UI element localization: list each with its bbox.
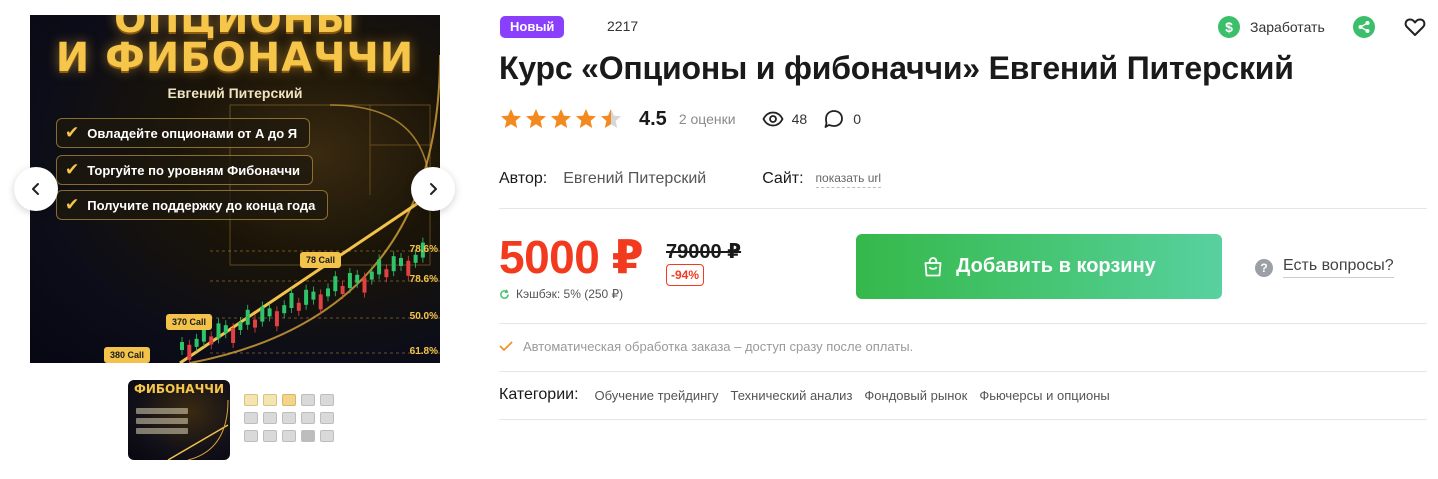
questions-link[interactable]: ? Есть вопросы?	[1255, 257, 1394, 278]
check-icon: ✔	[65, 195, 80, 214]
share-icon	[1358, 21, 1370, 33]
gallery-next-button[interactable]	[411, 167, 455, 211]
heart-icon	[1404, 18, 1426, 36]
shopping-bag-icon	[924, 256, 942, 276]
category-link[interactable]: Фьючерсы и опционы	[979, 388, 1109, 403]
categories-label: Категории:	[499, 386, 579, 403]
star-icon	[576, 109, 596, 128]
rating-count-link[interactable]: 2 оценки	[679, 111, 736, 127]
thumbnail-art	[136, 399, 229, 460]
site-label: Сайт:	[762, 170, 804, 187]
product-main-image[interactable]: ОПЦИОНЫ И ФИБОНАЧЧИ Евгений Питерский ✔ …	[30, 15, 440, 363]
thumbnail-grid-art	[244, 394, 334, 442]
author-label: Автор:	[499, 170, 548, 187]
product-sku: 2217	[607, 18, 639, 34]
star-icon	[551, 109, 571, 128]
old-price: 79000 ₽	[666, 241, 742, 263]
views-counter: 48	[762, 111, 808, 127]
check-icon	[499, 341, 513, 351]
divider	[499, 371, 1427, 372]
divider	[499, 208, 1427, 209]
fib-level-label: 61.8%	[409, 346, 438, 357]
refresh-icon	[500, 288, 509, 299]
author-value: Евгений Питерский	[563, 170, 707, 187]
gallery-prev-button[interactable]	[14, 167, 58, 211]
auto-processing-text: Автоматическая обработка заказа – доступ…	[523, 339, 914, 354]
cover-point: ✔ Торгуйте по уровням Фибоначчи	[56, 155, 314, 185]
cover-point: ✔ Овладейте опционами от А до Я	[56, 118, 311, 148]
cashback-info: Кэшбэк: 5% (250 ₽)	[499, 287, 623, 301]
cover-point-text: Овладейте опционами от А до Я	[87, 125, 298, 141]
category-link[interactable]: Технический анализ	[731, 388, 853, 403]
comments-counter[interactable]: 0	[823, 109, 861, 129]
fib-level-label: 78.6%	[409, 274, 438, 285]
eye-icon	[762, 111, 784, 127]
favorite-button[interactable]	[1403, 15, 1427, 39]
fib-level-label: 50.0%	[409, 311, 438, 322]
product-meta-row: Автор: Евгений Питерский Сайт: показать …	[499, 170, 882, 188]
views-count: 48	[791, 111, 808, 127]
earn-button[interactable]: $ Заработать	[1218, 16, 1325, 38]
cover-author: Евгений Питерский	[167, 85, 303, 101]
divider	[499, 323, 1427, 324]
cover-point-text: Получите поддержку до конца года	[87, 197, 316, 213]
category-link[interactable]: Обучение трейдингу	[595, 388, 719, 403]
rating-stars[interactable]	[499, 107, 623, 131]
price: 5000 ₽	[499, 231, 644, 283]
gallery-thumbnail[interactable]: ФИБОНАЧЧИ	[128, 380, 230, 460]
show-url-link[interactable]: показать url	[815, 171, 882, 188]
fib-level-label: 78.6%	[409, 244, 438, 255]
check-icon: ✔	[65, 123, 80, 142]
comment-icon	[824, 110, 844, 128]
categories-row: Категории: Обучение трейдингу Технически…	[499, 386, 1122, 404]
chevron-left-icon	[32, 183, 39, 195]
questions-label: Есть вопросы?	[1283, 257, 1394, 278]
gallery-thumbnail[interactable]	[238, 380, 340, 460]
add-to-cart-label: Добавить в корзину	[956, 255, 1156, 277]
star-icon	[501, 109, 521, 128]
dollar-icon: $	[1218, 16, 1240, 38]
share-button[interactable]	[1353, 16, 1375, 38]
discount-badge: -94%	[666, 264, 705, 286]
cover-title-line2: И ФИБОНАЧЧИ	[55, 35, 415, 81]
check-icon: ✔	[65, 160, 80, 179]
category-link[interactable]: Фондовый рынок	[864, 388, 967, 403]
rating-value: 4.5	[639, 107, 667, 130]
question-icon: ?	[1255, 258, 1273, 277]
new-badge: Новый	[500, 16, 565, 38]
rating-row: 4.5 2 оценки 48 0	[499, 105, 861, 133]
call-label: 380 Call	[104, 347, 151, 363]
cashback-text: Кэшбэк: 5% (250 ₽)	[516, 287, 624, 301]
earn-label: Заработать	[1250, 19, 1325, 35]
auto-processing-note: Автоматическая обработка заказа – доступ…	[499, 339, 913, 354]
add-to-cart-button[interactable]: Добавить в корзину	[856, 234, 1222, 299]
call-label: 370 Call	[166, 314, 213, 330]
comments-count: 0	[853, 111, 861, 127]
star-icon	[601, 109, 621, 128]
cover-point-text: Торгуйте по уровням Фибоначчи	[87, 162, 301, 178]
product-title: Курс «Опционы и фибоначчи» Евгений Питер…	[499, 50, 1294, 86]
star-icon	[526, 109, 546, 128]
cover-point: ✔ Получите поддержку до конца года	[56, 190, 329, 220]
divider	[499, 419, 1427, 420]
chevron-right-icon	[430, 183, 437, 195]
call-label: 78 Call	[300, 252, 342, 268]
